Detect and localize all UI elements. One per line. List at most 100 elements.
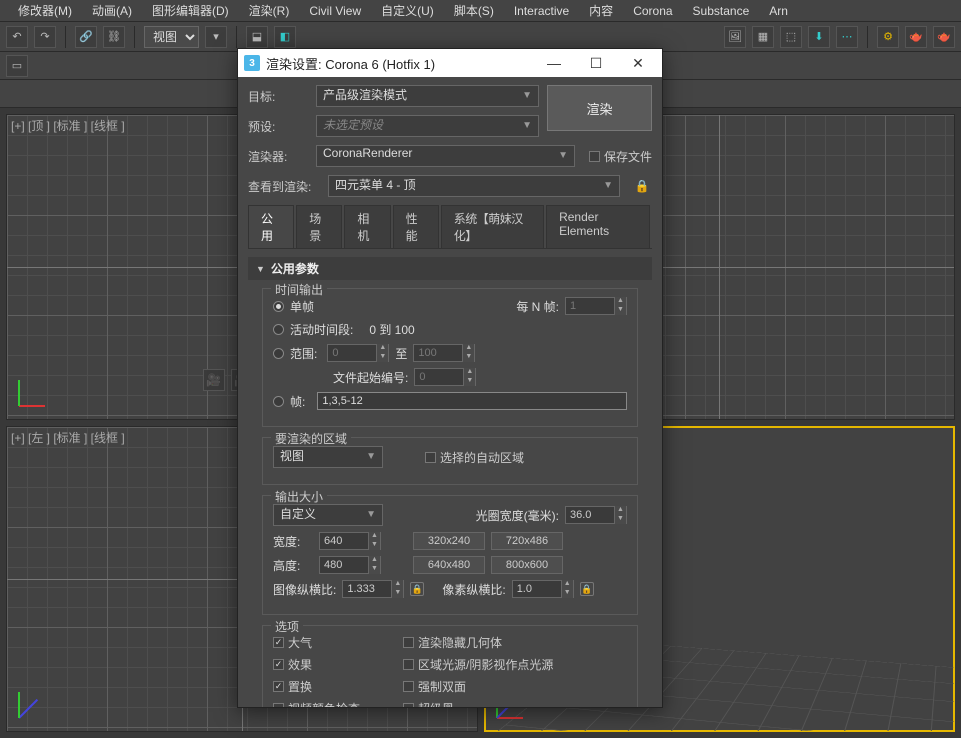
group-area-title: 要渲染的区域 — [271, 430, 351, 447]
image-aspect-lock-button[interactable]: 🔒 — [410, 582, 424, 596]
range-to-spinner[interactable]: ▲▼ — [413, 344, 475, 362]
menu-corona[interactable]: Corona — [623, 2, 682, 20]
app-icon: 3 — [244, 55, 260, 71]
snap-toggle-button[interactable]: ◧ — [274, 26, 296, 48]
render-last-button[interactable]: ⬇ — [808, 26, 830, 48]
target-label: 目标: — [248, 88, 310, 105]
tab-renderelements[interactable]: Render Elements — [546, 205, 650, 248]
force2sided-checkbox[interactable]: 强制双面 — [403, 678, 553, 695]
atmosphere-checkbox[interactable]: 大气 — [273, 634, 383, 651]
refcoord-pick-button[interactable]: ▾ — [205, 26, 227, 48]
render-hidden-checkbox[interactable]: 渲染隐藏几何体 — [403, 634, 553, 651]
menu-arnold[interactable]: Arn — [759, 2, 798, 20]
radio-active-segment[interactable] — [273, 324, 284, 335]
render-dialog-button[interactable]: ⋯ — [836, 26, 858, 48]
menu-rendering[interactable]: 渲染(R) — [239, 0, 300, 21]
image-aspect-spinner[interactable]: ▲▼ — [342, 580, 404, 598]
unlink-button[interactable]: ⛓ — [103, 26, 125, 48]
dialog-titlebar[interactable]: 3 渲染设置: Corona 6 (Hotfix 1) — ☐ ✕ — [238, 49, 662, 77]
preset-label: 预设: — [248, 118, 310, 135]
menu-interactive[interactable]: Interactive — [504, 2, 579, 20]
menu-civilview[interactable]: Civil View — [299, 2, 371, 20]
preset-select[interactable]: 未选定预设▼ — [316, 115, 539, 137]
teapot-button[interactable]: 🫖 — [905, 26, 927, 48]
render-frame-button[interactable]: ▦ — [752, 26, 774, 48]
render-teapot-button[interactable]: 🫖 — [933, 26, 955, 48]
minimize-button[interactable]: — — [536, 49, 572, 77]
camera-toggle-1-button[interactable]: 🎥 — [203, 369, 225, 391]
preset-320x240-button[interactable]: 320x240 — [413, 532, 485, 550]
frames-label: 帧: — [290, 393, 305, 410]
pixel-aspect-lock-button[interactable]: 🔒 — [580, 582, 594, 596]
redo-button[interactable]: ↷ — [34, 26, 56, 48]
viewport-top-label[interactable]: [+] [顶 ] [标准 ] [线框 ] — [11, 117, 125, 134]
preset-800x600-button[interactable]: 800x600 — [491, 556, 563, 574]
tab-system[interactable]: 系统【萌妹汉化】 — [441, 205, 544, 248]
preset-720x486-button[interactable]: 720x486 — [491, 532, 563, 550]
single-frame-label: 单帧 — [290, 298, 314, 315]
every-n-spinner[interactable]: ▲▼ — [565, 297, 627, 315]
auto-region-checkbox[interactable]: 选择的自动区域 — [425, 449, 524, 466]
undo-button[interactable]: ↶ — [6, 26, 28, 48]
render-output-button[interactable]: ⬚ — [780, 26, 802, 48]
videocolor-checkbox[interactable]: 视频颜色检查 — [273, 700, 383, 707]
outputsize-preset-select[interactable]: 自定义▼ — [273, 504, 383, 526]
refcoord-select[interactable]: 视图 — [144, 26, 199, 48]
main-menubar: 修改器(M) 动画(A) 图形编辑器(D) 渲染(R) Civil View 自… — [0, 0, 961, 22]
tab-scene[interactable]: 场景 — [296, 205, 342, 248]
viewtorender-select[interactable]: 四元菜单 4 - 顶▼ — [328, 175, 620, 197]
displacement-checkbox[interactable]: 置换 — [273, 678, 383, 695]
arealights-checkbox[interactable]: 区域光源/阴影视作点光源 — [403, 656, 553, 673]
menu-animation[interactable]: 动画(A) — [82, 0, 142, 21]
preset-640x480-button[interactable]: 640x480 — [413, 556, 485, 574]
group-output-size: 输出大小 自定义▼ 光圈宽度(毫米): ▲▼ 宽度: ▲▼ 320x240 72… — [262, 495, 638, 615]
radio-single-frame[interactable] — [273, 301, 284, 312]
renderer-select[interactable]: CoronaRenderer▼ — [316, 145, 575, 167]
render-setup-button[interactable]: 🖼 — [724, 26, 746, 48]
group-time-title: 时间输出 — [271, 281, 327, 298]
dialog-title: 渲染设置: Corona 6 (Hotfix 1) — [266, 54, 530, 73]
radio-frames[interactable] — [273, 396, 284, 407]
aperture-spinner[interactable]: ▲▼ — [565, 506, 627, 524]
transform-gizmo-button[interactable]: ⬓ — [246, 26, 268, 48]
effects-checkbox[interactable]: 效果 — [273, 656, 383, 673]
radio-range[interactable] — [273, 348, 284, 359]
pixel-aspect-spinner[interactable]: ▲▼ — [512, 580, 574, 598]
render-button[interactable]: 渲染 — [547, 85, 652, 131]
savefile-checkbox[interactable]: 保存文件 — [589, 148, 652, 165]
axis-gizmo-icon — [19, 365, 61, 407]
menu-grapheditors[interactable]: 图形编辑器(D) — [142, 0, 239, 21]
material-editor-button[interactable]: ⚙ — [877, 26, 899, 48]
width-label: 宽度: — [273, 533, 313, 550]
settings-tabs: 公用 场景 相机 性能 系统【萌妹汉化】 Render Elements — [248, 205, 652, 249]
menu-scripting[interactable]: 脚本(S) — [444, 0, 504, 21]
range-label: 范围: — [290, 345, 317, 362]
target-select[interactable]: 产品级渲染模式▼ — [316, 85, 539, 107]
tab-common[interactable]: 公用 — [248, 205, 294, 248]
frames-input[interactable] — [317, 392, 627, 410]
rollout-common-params[interactable]: 公用参数 — [248, 257, 652, 280]
link-button[interactable]: 🔗 — [75, 26, 97, 48]
superblack-checkbox[interactable]: 超级黑 — [403, 700, 553, 707]
active-range-value: 0 到 100 — [369, 321, 414, 338]
selection-filter-button[interactable]: ▭ — [6, 55, 28, 77]
height-label: 高度: — [273, 557, 313, 574]
filenum-label: 文件起始编号: — [333, 369, 408, 386]
close-button[interactable]: ✕ — [620, 49, 656, 77]
area-select[interactable]: 视图▼ — [273, 446, 383, 468]
tab-performance[interactable]: 性能 — [393, 205, 439, 248]
maximize-button[interactable]: ☐ — [578, 49, 614, 77]
menu-content[interactable]: 内容 — [579, 0, 623, 21]
lock-view-button[interactable]: 🔒 — [632, 176, 652, 196]
range-from-spinner[interactable]: ▲▼ — [327, 344, 389, 362]
menu-substance[interactable]: Substance — [683, 2, 760, 20]
tab-camera[interactable]: 相机 — [344, 205, 390, 248]
menu-modifiers[interactable]: 修改器(M) — [8, 0, 82, 21]
viewtorender-label: 查看到渲染: — [248, 178, 322, 195]
filenum-spinner[interactable]: ▲▼ — [414, 368, 476, 386]
menu-customize[interactable]: 自定义(U) — [371, 0, 444, 21]
height-spinner[interactable]: ▲▼ — [319, 556, 381, 574]
viewport-left-label[interactable]: [+] [左 ] [标准 ] [线框 ] — [11, 429, 125, 446]
width-spinner[interactable]: ▲▼ — [319, 532, 381, 550]
group-output-title: 输出大小 — [271, 488, 327, 505]
